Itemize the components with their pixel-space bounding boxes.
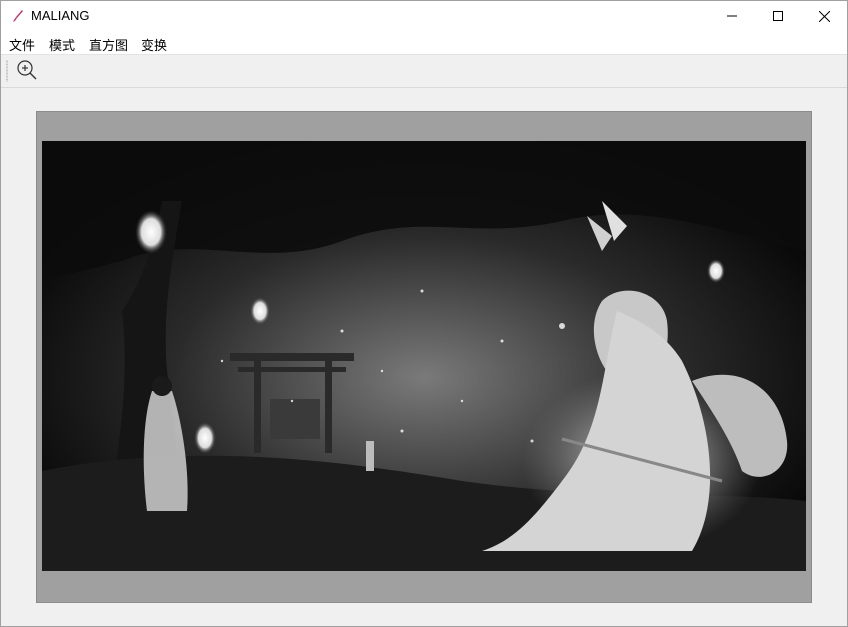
image-canvas[interactable] — [36, 111, 812, 603]
zoom-in-button[interactable] — [14, 59, 40, 83]
menu-mode[interactable]: 模式 — [49, 35, 75, 54]
grayscale-image[interactable] — [42, 141, 806, 571]
menu-histogram[interactable]: 直方图 — [89, 35, 128, 54]
window-title: MALIANG — [31, 8, 90, 23]
maximize-button[interactable] — [755, 1, 801, 31]
app-window: MALIANG 文件 模式 直方图 变换 — [0, 0, 848, 627]
workspace — [1, 88, 847, 626]
toolbar-grip[interactable] — [6, 60, 8, 82]
brush-icon — [12, 9, 24, 23]
maximize-icon — [773, 11, 783, 21]
title-bar[interactable]: MALIANG — [1, 1, 847, 31]
minimize-button[interactable] — [709, 1, 755, 31]
close-icon — [818, 10, 830, 22]
minimize-icon — [727, 11, 737, 21]
zoom-in-icon — [15, 58, 39, 85]
close-button[interactable] — [801, 1, 847, 31]
toolbar — [1, 55, 847, 88]
menu-transform[interactable]: 变换 — [141, 35, 167, 54]
menu-bar: 文件 模式 直方图 变换 — [1, 31, 847, 55]
menu-file[interactable]: 文件 — [9, 35, 35, 54]
